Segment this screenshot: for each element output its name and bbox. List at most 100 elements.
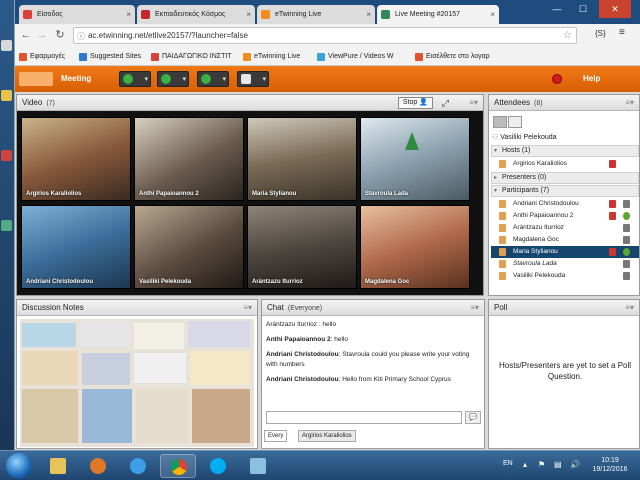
webcam-button[interactable]: ▾ [197, 71, 229, 87]
bookmark-etwinning-live[interactable]: eTwinning Live [243, 51, 300, 63]
pod-menu-icon[interactable]: ≡▾ [625, 300, 634, 316]
desktop-shortcut-icon[interactable] [1, 40, 12, 51]
clock[interactable]: 10:19 19/12/2016 [590, 456, 630, 474]
pod-menu-icon[interactable]: ≡▾ [470, 300, 479, 316]
video-count: (7) [46, 100, 55, 107]
drawing-thumbnail [22, 389, 78, 443]
list-view-icon[interactable] [493, 116, 507, 128]
bookmark-login[interactable]: Εισέλθετε στο λογαρ [415, 51, 490, 63]
reload-icon[interactable]: ↻ [53, 28, 67, 42]
video-tile[interactable]: Maria Stylianou [247, 117, 357, 201]
desktop-shortcut-icon[interactable] [1, 90, 12, 101]
browser-window: Είσοδος × Εκπαιδευτικός Κόσμος × eTwinni… [14, 0, 640, 450]
attendee-row[interactable]: Vasiliki Pelekouda [491, 270, 639, 282]
browser-tab-active[interactable]: Live Meeting #20157 × [377, 5, 499, 24]
bookmark-apps[interactable]: Εφαρμογές [19, 51, 65, 63]
taskbar-chrome[interactable] [160, 454, 196, 478]
presenters-group[interactable]: Presenters (0) [491, 172, 639, 184]
url-text: ac.etwinning.net/etlive20157/?launcher=f… [88, 31, 248, 40]
send-message-icon[interactable]: 💬 [465, 411, 481, 424]
taskbar-internet-explorer[interactable] [120, 454, 156, 478]
video-tile[interactable]: Arántzazu Iturrioz [247, 205, 357, 289]
attendee-row-selected[interactable]: Maria Stylianou [491, 246, 639, 258]
video-tile[interactable]: Anthi Papaioannou 2 [134, 117, 244, 201]
browser-tab[interactable]: eTwinning Live × [257, 5, 375, 24]
video-feed [361, 118, 469, 200]
video-tile-name: Andriani Christodoulou [26, 279, 93, 285]
webcam-icon [201, 74, 211, 84]
help-menu[interactable]: Help [583, 66, 600, 92]
volume-icon[interactable]: 🔊 [570, 460, 580, 469]
pod-menu-icon[interactable]: ≡▾ [243, 300, 252, 316]
chat-input[interactable] [266, 411, 462, 424]
maximize-button[interactable]: ☐ [571, 0, 595, 18]
video-tile[interactable]: Magdalena Goc [360, 205, 470, 289]
status-view-icon[interactable] [508, 116, 522, 128]
microphone-button[interactable]: ▾ [157, 71, 189, 87]
start-button-icon[interactable] [6, 453, 32, 479]
attendee-row[interactable]: Argirios Karaliolios [491, 158, 639, 170]
bookmark-star-icon[interactable]: ☆ [563, 28, 572, 43]
minimize-button[interactable]: — [545, 0, 569, 18]
browser-tab[interactable]: Είσοδος × [19, 5, 135, 24]
speaker-button[interactable]: ▾ [119, 71, 151, 87]
video-tile[interactable]: Stavroula Lada [360, 117, 470, 201]
fullscreen-icon[interactable]: ⤢ [442, 97, 449, 109]
meeting-menu[interactable]: Meeting [61, 66, 91, 92]
menu-icon[interactable]: ≡ [619, 27, 625, 38]
close-window-button[interactable]: ✕ [599, 0, 631, 18]
close-tab-icon[interactable]: × [490, 5, 495, 24]
raise-hand-button[interactable]: ▾ [237, 71, 269, 87]
bookmark-suggested-sites[interactable]: Suggested Sites [79, 51, 141, 63]
page-info-icon[interactable]: ⓘ [77, 29, 85, 44]
flag-icon[interactable]: ⚑ [538, 460, 545, 469]
attendee-row[interactable]: Anthi Papaioannou 2 [491, 210, 639, 222]
taskbar-paint[interactable] [240, 454, 276, 478]
browser-tab[interactable]: Εκπαιδευτικός Κόσμος × [137, 5, 255, 24]
video-pod-title: Video [22, 98, 43, 107]
attendee-row[interactable]: Magdalena Goc [491, 234, 639, 246]
tray-arrow-icon[interactable]: ▴ [523, 460, 527, 469]
close-tab-icon[interactable]: × [126, 5, 131, 24]
pod-menu-icon[interactable]: ≡▾ [469, 95, 478, 111]
bookmark-icon [415, 53, 423, 61]
video-tile[interactable]: Andriani Christodoulou [21, 205, 131, 289]
recording-indicator-icon[interactable] [552, 74, 562, 84]
attendee-row[interactable]: Arántzazu Iturrioz [491, 222, 639, 234]
participant-icon [499, 248, 506, 256]
chat-message: Anthi Papaioannou 2: hello [266, 336, 349, 343]
bookmark-paidagogiko[interactable]: ΠΑΙΔΑΓΩΓΙΚΟ ΙΝΣΤΙΤ [151, 51, 232, 63]
hosts-group[interactable]: Hosts (1) [491, 145, 639, 157]
taskbar-skype[interactable] [200, 454, 236, 478]
close-tab-icon[interactable]: × [246, 5, 251, 24]
drawings-collage-image [20, 319, 254, 447]
drawing-thumbnail [134, 353, 186, 383]
network-icon[interactable]: ▤ [554, 460, 562, 469]
taskbar-explorer[interactable] [40, 454, 76, 478]
back-icon[interactable]: ← [19, 28, 33, 42]
pod-menu-icon[interactable]: ≡▾ [625, 95, 634, 111]
forward-icon[interactable]: → [35, 28, 49, 42]
chat-tab-everyone[interactable]: Every [264, 430, 288, 442]
hand-icon [241, 74, 251, 84]
extension-icon[interactable]: {S} [595, 29, 606, 38]
bookmark-viewpure[interactable]: ViewPure / Videos W [317, 51, 394, 63]
video-feed [248, 118, 356, 200]
address-toolbar: ← → ↻ ⓘ ac.etwinning.net/etlive20157/?la… [15, 24, 640, 48]
clock-time: 10:19 [601, 457, 619, 464]
video-tile[interactable]: Argirios Karaliolios [21, 117, 131, 201]
attendee-row[interactable]: Stavroula Lada [491, 258, 639, 270]
url-bar[interactable]: ⓘ ac.etwinning.net/etlive20157/?launcher… [73, 27, 577, 44]
taskbar-media-player[interactable] [80, 454, 116, 478]
chat-tab-private[interactable]: Argirios Karaliolios [298, 430, 356, 442]
language-indicator[interactable]: EN [503, 460, 513, 467]
desktop-shortcut-icon[interactable] [1, 220, 12, 231]
video-tile[interactable]: Vasiliki Pelekouda [134, 205, 244, 289]
stop-video-button[interactable]: Stop 👤 [397, 97, 433, 109]
attendee-row[interactable]: Andriani Christodoulou [491, 198, 639, 210]
poll-pod-header: Poll ≡▾ [489, 300, 639, 316]
desktop-shortcut-icon[interactable] [1, 150, 12, 161]
participants-group[interactable]: Participants (7) [491, 185, 639, 197]
close-tab-icon[interactable]: × [366, 5, 371, 24]
chat-pod: Chat (Everyone) ≡▾ Arántzazu Iturrioz : h… [261, 299, 485, 449]
